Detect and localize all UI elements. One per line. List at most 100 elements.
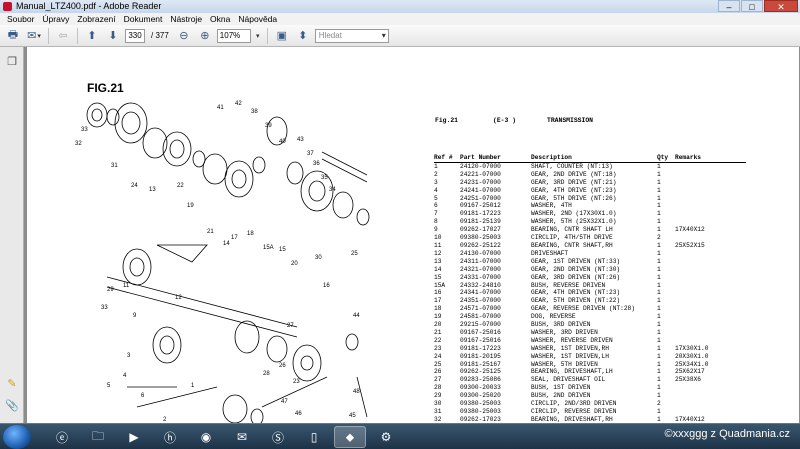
diagram-callout-label: 37 — [307, 151, 314, 157]
table-cell — [675, 392, 735, 400]
menu-napoveda[interactable]: Nápověda — [234, 13, 281, 25]
table-cell: BUSH, REVERSE DRIVEN — [531, 281, 606, 289]
table-cell — [675, 210, 735, 218]
table-cell: 25X52X15 — [675, 241, 705, 249]
table-cell: GEAR, 4TH DRIVEN (NT:23) — [531, 289, 621, 297]
table-cell: 09181-25167 — [460, 360, 501, 368]
table-row: 27 09283-25086 SEAL, DRIVESHAFT OIL 1 25X38X… — [434, 376, 735, 384]
watermark-text: ©xxxggg z Quadmania.cz — [664, 428, 791, 440]
menu-upravy[interactable]: Úpravy — [38, 13, 73, 25]
table-cell: 1 — [657, 305, 661, 313]
column-header: Ref # — [434, 154, 453, 161]
menu-dokument[interactable]: Dokument — [120, 13, 167, 25]
comment-icon[interactable]: ✎ — [5, 377, 19, 391]
table-cell: 8 — [434, 218, 438, 226]
table-cell: 1 — [657, 297, 661, 305]
zoom-dropdown-icon[interactable]: ▾ — [254, 28, 262, 44]
pages-icon[interactable]: ❐ — [5, 55, 19, 69]
diagram-callout-label: 19 — [187, 203, 194, 209]
table-cell: 6 — [434, 202, 438, 210]
table-cell: 09262-25125 — [460, 368, 501, 376]
column-header: Remarks — [675, 154, 701, 161]
table-cell — [675, 218, 735, 226]
table-cell: BEARING, CNTR SHAFT LH — [531, 226, 613, 234]
table-cell: 25X38X6 — [675, 376, 701, 384]
table-cell: 1 — [657, 162, 661, 170]
toolbar-separator — [77, 27, 78, 44]
phone-icon[interactable]: ▯ — [298, 426, 330, 448]
table-cell: 11 — [434, 241, 442, 249]
diagram-callout-label: 11 — [123, 283, 130, 289]
table-cell: 25X62X17 — [675, 368, 705, 376]
mail-icon[interactable]: ✉ — [226, 426, 258, 448]
adobe-reader-taskbar-icon[interactable]: ⬥ — [334, 426, 366, 448]
table-cell: WASHER, 5TH (25X32X1.0) — [531, 218, 617, 226]
diagram-callout-label: 5 — [107, 383, 111, 389]
media-player-icon[interactable]: ▶ — [118, 426, 150, 448]
diagram-callout-label: 26 — [279, 363, 286, 369]
table-cell: 09300-25020 — [460, 392, 501, 400]
table-cell: 1 — [434, 162, 438, 170]
diagram-callout-label: 20 — [291, 261, 298, 267]
zoom-out-icon[interactable]: ⊖ — [175, 28, 193, 44]
tools-icon[interactable]: ⚙ — [370, 426, 402, 448]
hp-icon[interactable]: ⓗ — [154, 426, 186, 448]
search-input[interactable]: Hledat — [314, 28, 389, 43]
diagram-callout-label: 31 — [111, 163, 118, 169]
table-row: 7 09181-17223 WASHER, 2ND (17X30X1.0) 1 — [434, 210, 735, 218]
minimize-button[interactable]: – — [718, 0, 740, 12]
table-cell: 9 — [434, 226, 438, 234]
internet-explorer-icon[interactable]: ⓔ — [46, 426, 78, 448]
menu-nastroje[interactable]: Nástroje — [166, 13, 206, 25]
table-row: 11 09262-25122 BEARING, CNTR SHAFT,RH 1 25X5… — [434, 242, 735, 250]
diagram-callout-label: 40 — [279, 139, 286, 145]
close-button[interactable]: ✕ — [764, 0, 798, 12]
table-cell: 09380-25003 — [460, 408, 501, 415]
table-cell: 09181-17223 — [460, 344, 501, 352]
table-cell: 1 — [657, 202, 661, 210]
skype-icon[interactable]: Ⓢ — [262, 426, 294, 448]
table-cell: 1 — [657, 281, 661, 289]
table-cell: DOG, REVERSE — [531, 313, 576, 321]
menu-soubor[interactable]: Soubor — [3, 13, 38, 25]
table-cell: 24120-07000 — [460, 162, 501, 170]
fit-width-icon[interactable]: ⬍ — [294, 28, 312, 44]
previous-page-icon[interactable]: ⬆ — [83, 28, 101, 44]
menu-zobrazeni[interactable]: Zobrazení — [73, 13, 119, 25]
zoom-in-icon[interactable]: ⊕ — [196, 28, 214, 44]
table-cell — [675, 289, 735, 297]
start-button[interactable] — [3, 425, 31, 449]
table-cell: 1 — [657, 408, 661, 415]
print-icon[interactable]: 🖶 — [4, 28, 22, 44]
table-cell: 1 — [657, 241, 661, 249]
table-cell: 3 — [434, 178, 438, 186]
file-explorer-icon[interactable]: 🗀 — [82, 426, 114, 448]
table-cell: 24130-07000 — [460, 249, 501, 257]
diagram-callout-label: 41 — [217, 105, 224, 111]
table-row: 10 09380-25003 CIRCLIP, 4TH/5TH DRIVE 2 — [434, 234, 735, 242]
share-icon[interactable]: ✉ — [25, 28, 43, 44]
maximize-button[interactable]: □ — [741, 0, 763, 12]
back-icon[interactable]: ⇦ — [54, 28, 72, 44]
table-fig-label: Fig.21 — [435, 117, 459, 124]
table-cell — [675, 274, 735, 282]
table-cell: 20 — [434, 321, 442, 329]
table-cell: 24331-07000 — [460, 273, 501, 281]
table-cell: 2 — [434, 170, 438, 178]
table-cell: 29215-07000 — [460, 321, 501, 329]
fit-page-icon[interactable]: ▣ — [273, 28, 291, 44]
table-cell: 20X30X1.0 — [675, 352, 709, 360]
diagram-callout-label: 27 — [287, 323, 294, 329]
next-page-icon[interactable]: ⬇ — [104, 28, 122, 44]
table-cell: 16 — [434, 289, 442, 297]
firefox-icon[interactable]: ◉ — [190, 426, 222, 448]
table-cell: CIRCLIP, REVERSE DRIVEN — [531, 408, 617, 415]
table-cell: 1 — [657, 186, 661, 194]
zoom-select[interactable]: 107% — [216, 28, 251, 43]
table-cell: 1 — [657, 328, 661, 336]
table-cell: 32 — [434, 415, 442, 423]
menu-okna[interactable]: Okna — [206, 13, 234, 25]
attachment-icon[interactable]: 📎 — [5, 399, 19, 413]
page-number-input[interactable]: 330 — [125, 28, 145, 43]
diagram-callout-label: 1 — [191, 383, 195, 389]
